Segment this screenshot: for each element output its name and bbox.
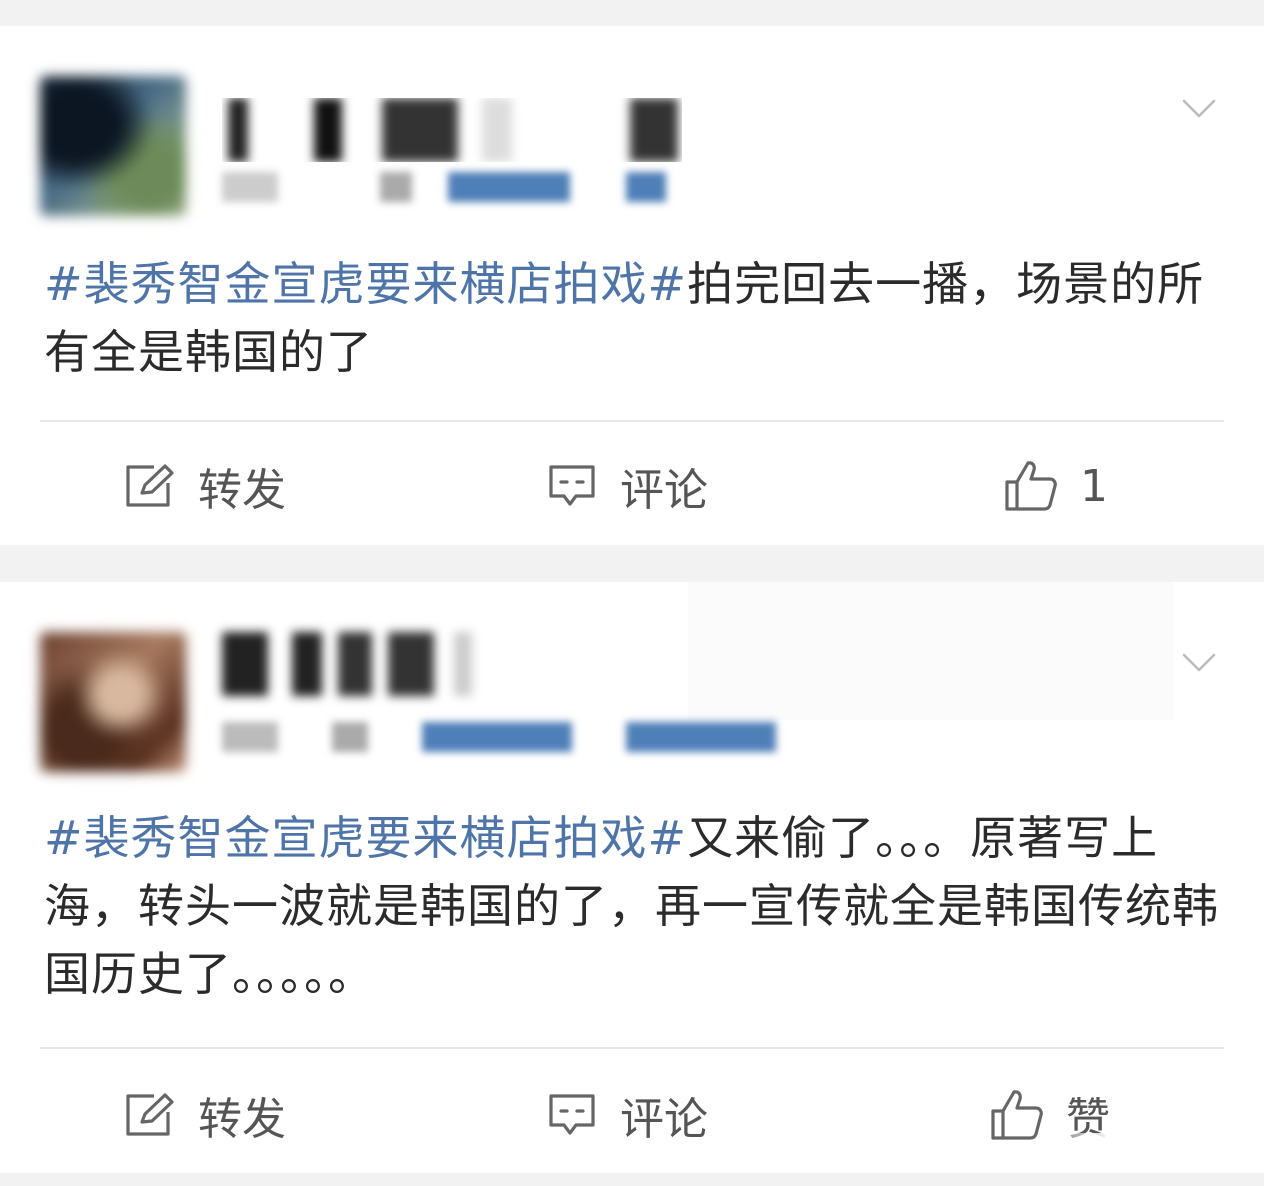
comment-button[interactable]: 评论 [546, 446, 708, 526]
action-bar: 转发 评论 1 [0, 446, 1264, 526]
hashtag-link[interactable]: #裴秀智金宣虎要来横店拍戏# [44, 811, 687, 865]
post-card[interactable]: #裴秀智金宣虎要来横店拍戏#拍完回去一播，场景的所有全是韩国的了 转发 评论 1 [0, 26, 1264, 545]
username-redacted[interactable] [222, 632, 482, 696]
repost-button[interactable]: 转发 [124, 1075, 286, 1155]
username-redacted[interactable] [222, 98, 682, 162]
like-button[interactable]: 1 [1004, 446, 1108, 526]
chevron-down-icon[interactable] [1182, 646, 1216, 680]
repost-button[interactable]: 转发 [124, 446, 286, 526]
post-meta-redacted [222, 172, 672, 202]
redacted-area [688, 582, 1174, 720]
edit-square-icon [126, 464, 174, 507]
comment-bubble-icon [549, 465, 595, 506]
chevron-down-icon[interactable] [1182, 92, 1216, 126]
post-content: #裴秀智金宣虎要来横店拍戏#拍完回去一播，场景的所有全是韩国的了 [44, 250, 1220, 386]
repost-label: 转发 [198, 1094, 286, 1145]
comment-label: 评论 [620, 465, 708, 516]
watermark-fade [1040, 1133, 1264, 1167]
post-meta-redacted [222, 722, 782, 752]
comment-label: 评论 [620, 1094, 708, 1145]
divider [40, 1047, 1224, 1049]
thumbs-up-icon [1005, 461, 1057, 511]
divider [40, 420, 1224, 422]
avatar[interactable] [40, 632, 186, 772]
avatar[interactable] [40, 76, 186, 216]
comment-bubble-icon [549, 1094, 595, 1135]
like-count: 1 [1080, 460, 1108, 512]
hashtag-link[interactable]: #裴秀智金宣虎要来横店拍戏# [44, 257, 687, 311]
edit-square-icon [126, 1093, 174, 1136]
repost-label: 转发 [198, 465, 286, 516]
post-content: #裴秀智金宣虎要来横店拍戏#又来偷了。。。原著写上海，转头一波就是韩国的了，再一… [44, 804, 1220, 1008]
post-card[interactable]: #裴秀智金宣虎要来横店拍戏#又来偷了。。。原著写上海，转头一波就是韩国的了，再一… [0, 582, 1264, 1173]
thumbs-up-icon [991, 1090, 1043, 1140]
comment-button[interactable]: 评论 [546, 1075, 708, 1155]
